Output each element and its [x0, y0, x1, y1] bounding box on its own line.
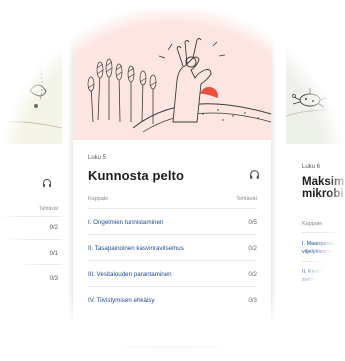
chapter-column-header: Kappale	[302, 221, 323, 227]
divider	[302, 232, 345, 233]
chapter-title[interactable]: III. Vesitalouden parantaminen	[88, 271, 172, 278]
table-header: Kappale Tehtävät	[88, 196, 257, 206]
task-count: 0/2	[49, 225, 58, 231]
task-count: 0/2	[248, 245, 257, 252]
chapter-row[interactable]: IV. Tiivistymisen ehkäisy 0/3	[88, 297, 257, 309]
chapter-row[interactable]: I. Ongelmien tunnistaminen 0/5	[88, 219, 257, 231]
lesson-title[interactable]: Maksim mikrobi	[302, 176, 345, 200]
chapter-title-line: II. Kerää/	[302, 269, 325, 275]
chapter-title[interactable]: II. Kerää/ sekä tr	[302, 268, 345, 284]
lesson-card-current[interactable]: Luku 5 Kunnosta pelto Kappale Tehtävät I…	[73, 10, 271, 346]
task-count: 0/3	[248, 297, 257, 304]
chapter-column-header: Kappale	[88, 196, 109, 202]
tasks-column-header: Tehtävät	[236, 196, 257, 202]
chapter-row[interactable]: III. Vesitalouden parantaminen 0/2	[88, 271, 257, 283]
lesson-title-line: Maksim	[302, 176, 345, 188]
task-count: 0/2	[248, 271, 257, 278]
lesson-card-previous[interactable]: Tehtävät 0/2 0/1 0/3	[0, 6, 62, 346]
microbe-illustration	[286, 6, 345, 144]
divider	[302, 289, 345, 290]
divider	[0, 216, 62, 217]
task-count: 0/5	[248, 219, 257, 226]
divider	[0, 264, 62, 265]
divider	[88, 234, 257, 235]
chapter-title[interactable]: IV. Tiivistymisen ehkäisy	[88, 297, 154, 304]
lesson-carousel: Tehtävät 0/2 0/1 0/3 Luku 5 Kunnosta pel…	[0, 0, 345, 361]
lesson-illustration	[0, 6, 62, 144]
field-illustration	[73, 10, 271, 140]
task-count: 0/3	[49, 276, 58, 282]
lesson-title-line: mikrobi	[302, 188, 344, 200]
divider	[88, 260, 257, 261]
headphones-icon[interactable]	[249, 169, 260, 183]
headphones-icon[interactable]	[42, 178, 52, 191]
chapter-title-line: viljelykierron	[302, 249, 333, 255]
lesson-number: Luku 6	[302, 164, 321, 170]
chapter-title-line: I. Maanparan	[302, 241, 335, 247]
divider	[88, 286, 257, 287]
chapter-title[interactable]: I. Ongelmien tunnistaminen	[88, 219, 163, 226]
chapter-title-line: sekä tr	[302, 277, 319, 283]
lesson-title[interactable]: Kunnosta pelto	[88, 168, 184, 183]
lesson-number: Luku 5	[88, 155, 107, 161]
task-count: 0/1	[49, 251, 58, 257]
chapter-title[interactable]: I. Maanparan viljelykierron	[302, 240, 345, 256]
divider	[302, 261, 345, 262]
tasks-column-header: Tehtävät	[39, 206, 58, 212]
lesson-card-next[interactable]: Luku 6 Maksim mikrobi Kappale I. Maanpar…	[286, 6, 345, 346]
divider	[88, 208, 257, 209]
divider	[0, 239, 62, 240]
chapter-title[interactable]: II. Tasapainoinen kasvinravitsemus	[88, 245, 184, 252]
chapter-row[interactable]: II. Tasapainoinen kasvinravitsemus 0/2	[88, 245, 257, 257]
